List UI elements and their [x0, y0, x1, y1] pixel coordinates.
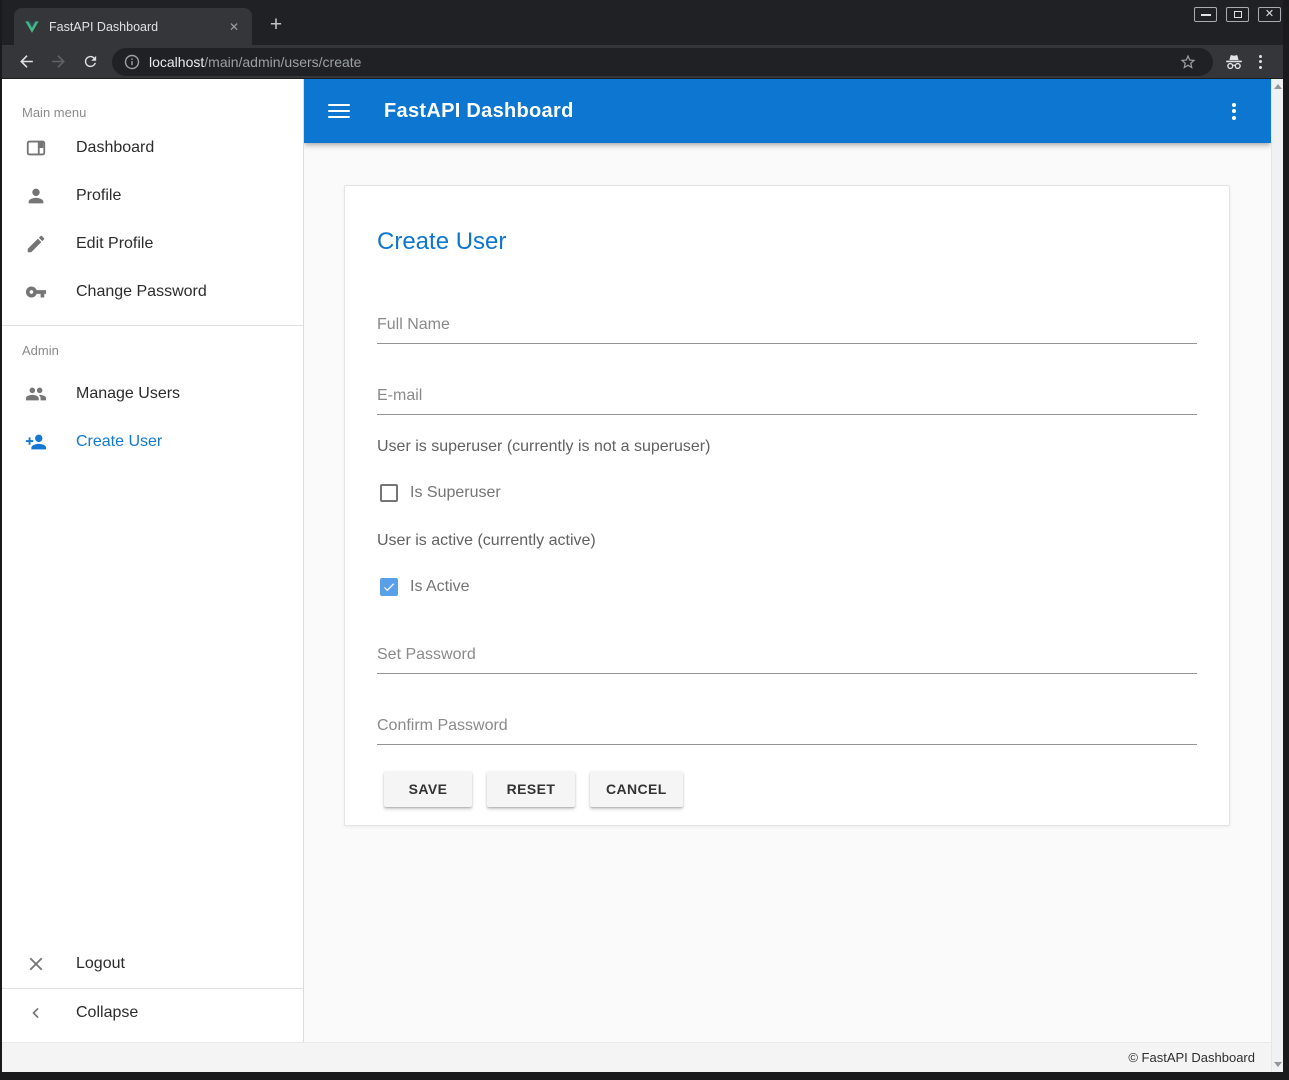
sidebar-item-label: Create User [76, 433, 162, 451]
reset-button[interactable]: RESET [487, 771, 575, 807]
group-icon [24, 382, 48, 406]
sidebar-item-dashboard[interactable]: Dashboard [2, 124, 303, 172]
sidebar-item-profile[interactable]: Profile [2, 172, 303, 220]
browser-toolbar: localhost/main/admin/users/create [2, 45, 1283, 79]
page-title: Create User [377, 186, 1197, 256]
kebab-menu-icon [1232, 103, 1236, 120]
sidebar-item-logout[interactable]: Logout [2, 940, 303, 988]
person-add-icon [24, 430, 48, 454]
key-icon [24, 280, 48, 304]
app-footer: © FastAPI Dashboard [2, 1042, 1271, 1072]
email-field[interactable] [377, 387, 1197, 415]
close-window-icon: ✕ [1265, 9, 1274, 20]
person-icon [24, 184, 48, 208]
app-page: Main menu Dashboard Profile [2, 79, 1283, 1072]
is-superuser-checkbox-row[interactable]: Is Superuser [380, 483, 1197, 503]
info-icon [124, 54, 140, 70]
copyright-text: © FastAPI Dashboard [1128, 1050, 1255, 1065]
sidebar-item-collapse[interactable]: Collapse [2, 989, 303, 1037]
scroll-up-arrow-icon[interactable] [1274, 84, 1282, 89]
main-content: Create User User is superuser (currently… [304, 143, 1271, 1042]
browser-window: FastAPI Dashboard ✕ + ✕ [0, 0, 1289, 1080]
confirm-password-field[interactable] [377, 717, 1197, 745]
back-arrow-icon [17, 52, 36, 71]
set-password-field[interactable] [377, 646, 1197, 674]
incognito-indicator [1221, 49, 1247, 75]
full-name-field[interactable] [377, 316, 1197, 344]
scroll-down-arrow-icon[interactable] [1274, 1062, 1282, 1067]
back-button[interactable] [14, 50, 38, 74]
cancel-button[interactable]: CANCEL [590, 771, 683, 807]
browser-menu-button[interactable] [1247, 49, 1273, 75]
browser-titlebar: FastAPI Dashboard ✕ + ✕ [2, 0, 1283, 45]
sidebar-bottom: Logout Collapse [2, 940, 303, 1037]
create-user-card: Create User User is superuser (currently… [344, 185, 1230, 826]
checkbox-checked-icon[interactable] [380, 578, 398, 596]
is-active-label: Is Active [410, 578, 470, 596]
hamburger-menu-button[interactable] [328, 104, 350, 118]
sidebar-item-label: Logout [76, 955, 125, 973]
superuser-hint: User is superuser (currently is not a su… [377, 438, 1197, 456]
window-close-button[interactable]: ✕ [1258, 7, 1281, 22]
sidebar-item-edit-profile[interactable]: Edit Profile [2, 220, 303, 268]
sidebar-item-label: Profile [76, 187, 121, 205]
sidebar-item-label: Manage Users [76, 385, 180, 403]
sidebar-item-label: Dashboard [76, 139, 154, 157]
forward-arrow-icon [49, 52, 68, 71]
incognito-icon [1224, 52, 1244, 72]
forward-button[interactable] [46, 50, 70, 74]
new-tab-button[interactable]: + [263, 12, 289, 38]
maximize-icon [1234, 11, 1242, 18]
address-bar[interactable]: localhost/main/admin/users/create [112, 48, 1213, 76]
sidebar-item-manage-users[interactable]: Manage Users [2, 370, 303, 418]
window-maximize-button[interactable] [1226, 7, 1249, 22]
browser-tab[interactable]: FastAPI Dashboard ✕ [14, 8, 252, 45]
tab-title: FastAPI Dashboard [49, 20, 226, 34]
url-path: /main/admin/users/create [204, 54, 361, 70]
url-text[interactable]: localhost/main/admin/users/create [149, 54, 361, 70]
is-superuser-label: Is Superuser [410, 484, 501, 502]
app-title: FastAPI Dashboard [384, 100, 574, 123]
sidebar-item-label: Edit Profile [76, 235, 153, 253]
save-button[interactable]: SAVE [384, 771, 472, 807]
close-icon [24, 952, 48, 976]
star-outline-icon [1179, 53, 1197, 71]
sidebar-item-label: Change Password [76, 283, 207, 301]
sidebar-section-label-admin: Admin [2, 326, 303, 370]
active-hint: User is active (currently active) [377, 532, 1197, 550]
page-scrollbar[interactable] [1271, 79, 1283, 1072]
reload-icon [82, 53, 99, 70]
sidebar-item-change-password[interactable]: Change Password [2, 268, 303, 316]
window-controls: ✕ [1194, 7, 1281, 22]
app-menu-button[interactable] [1221, 98, 1247, 124]
sidebar-section-label-main: Main menu [2, 79, 303, 124]
kebab-menu-icon [1259, 55, 1262, 69]
form-actions: SAVE RESET CANCEL [384, 771, 1197, 807]
tab-close-icon[interactable]: ✕ [226, 19, 242, 35]
is-active-checkbox-row[interactable]: Is Active [380, 577, 1197, 597]
url-host: localhost [149, 54, 204, 70]
minimize-icon [1201, 14, 1211, 16]
pencil-icon [24, 232, 48, 256]
app-toolbar: FastAPI Dashboard [304, 79, 1271, 143]
reload-button[interactable] [78, 50, 102, 74]
checkbox-unchecked-icon[interactable] [380, 484, 398, 502]
chevron-left-icon [24, 1001, 48, 1025]
sidebar-item-label: Collapse [76, 1004, 138, 1022]
vue-favicon-icon [24, 19, 40, 35]
bookmark-button[interactable] [1175, 49, 1201, 75]
window-minimize-button[interactable] [1194, 7, 1217, 22]
sidebar-item-create-user[interactable]: Create User [2, 418, 303, 466]
navigation-drawer: Main menu Dashboard Profile [2, 79, 304, 1042]
web-icon [24, 136, 48, 160]
